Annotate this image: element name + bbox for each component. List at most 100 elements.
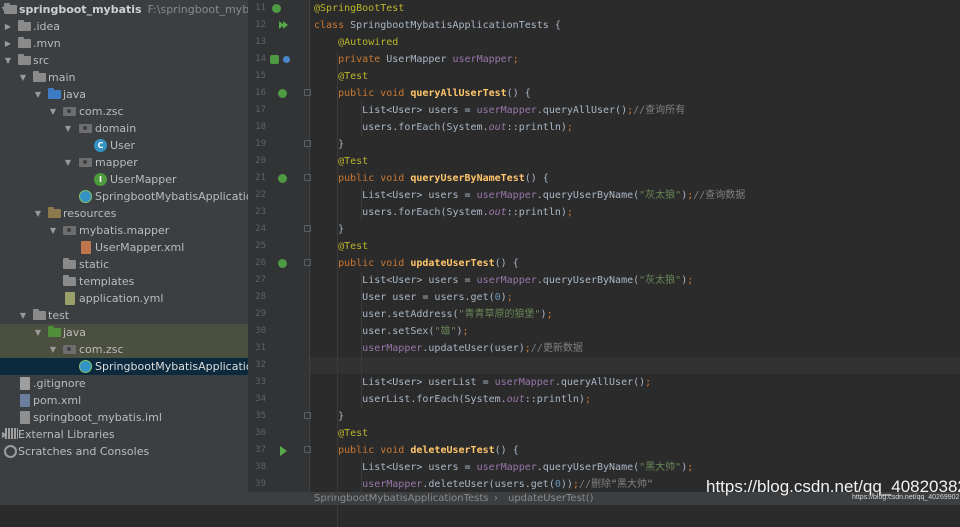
code-line[interactable]: public void queryUserByNameTest() { <box>314 170 549 187</box>
tree-item-project-root[interactable]: ▼ springboot_mybatisF:\springboot_mybati… <box>0 1 248 18</box>
code-line[interactable]: userList.forEach(System.out::println); <box>314 391 591 408</box>
code-token: List<User> users = <box>362 462 477 473</box>
chevron-down-icon[interactable]: ▼ <box>18 307 28 324</box>
line-number: 28 <box>255 292 266 302</box>
code-line[interactable]: users.forEach(System.out::println); <box>314 204 573 221</box>
breadcrumb-class[interactable]: SpringbootMybatisApplicationTests <box>314 492 488 505</box>
code-token: updateUserTest <box>410 258 495 269</box>
tree-item-templates[interactable]: templates <box>0 273 248 290</box>
code-line[interactable]: userMapper.updateUser(user);//更新数据 <box>314 340 583 357</box>
tree-item-test[interactable]: ▼ test <box>0 307 248 324</box>
spring-boot-class-icon <box>79 190 92 203</box>
chevron-down-icon[interactable]: ▼ <box>48 341 58 358</box>
tree-item-gitignore[interactable]: .gitignore <box>0 375 248 392</box>
chevron-down-icon[interactable]: ▼ <box>3 52 13 69</box>
tree-item-mvn[interactable]: ▶ .mvn <box>0 35 248 52</box>
bean-navigation-icon[interactable] <box>270 55 279 64</box>
tree-item-pom[interactable]: pom.xml <box>0 392 248 409</box>
code-line[interactable]: @Test <box>314 425 368 442</box>
chevron-down-icon[interactable]: ▼ <box>63 154 73 171</box>
code-line[interactable]: public void updateUserTest() { <box>314 255 519 272</box>
run-icon[interactable] <box>272 4 281 13</box>
line-number: 16 <box>255 88 266 98</box>
tree-item-test-com-zsc[interactable]: ▼ com.zsc <box>0 341 248 358</box>
tree-item-usermapper-xml[interactable]: UserMapper.xml <box>0 239 248 256</box>
tree-item-main-java[interactable]: ▼ java <box>0 86 248 103</box>
autowired-bean-icon[interactable] <box>283 56 290 63</box>
code-token: deleteUserTest <box>410 445 495 456</box>
tree-item-src[interactable]: ▼ src <box>0 52 248 69</box>
line-number: 24 <box>255 224 266 234</box>
run-test-icon[interactable] <box>278 89 287 98</box>
code-line[interactable]: userMapper.deleteUser(users.get(0));//删除… <box>314 476 653 493</box>
code-line[interactable]: class SpringbootMybatisApplicationTests … <box>314 17 561 34</box>
tree-item-usermapper[interactable]: I UserMapper <box>0 171 248 188</box>
code-line[interactable]: public void deleteUserTest() { <box>314 442 519 459</box>
tree-item-external-libraries[interactable]: ▶ External Libraries <box>0 426 248 443</box>
code-editor[interactable] <box>310 0 960 492</box>
tree-item-application-yml[interactable]: application.yml <box>0 290 248 307</box>
line-number: 15 <box>255 71 266 81</box>
code-line[interactable]: } <box>314 408 344 425</box>
line-number: 19 <box>255 139 266 149</box>
code-line[interactable]: users.forEach(System.out::println); <box>314 119 573 136</box>
run-all-tests-icon[interactable] <box>279 21 288 29</box>
line-number: 29 <box>255 309 266 319</box>
code-line[interactable]: private UserMapper userMapper; <box>314 51 519 68</box>
tree-item-iml[interactable]: springboot_mybatis.iml <box>0 409 248 426</box>
code-line[interactable]: List<User> users = userMapper.queryAllUs… <box>314 102 685 119</box>
tree-item-idea[interactable]: ▶ .idea <box>0 18 248 35</box>
project-tree-panel: ▼ springboot_mybatis F:\springboot_mybati… <box>0 0 248 505</box>
code-line[interactable]: List<User> users = userMapper.queryUserB… <box>314 187 745 204</box>
code-token: .deleteUser(users.get( <box>422 479 555 490</box>
tree-item-mybatis-mapper[interactable]: ▼ mybatis.mapper <box>0 222 248 239</box>
code-line[interactable]: @SpringBootTest <box>314 0 404 17</box>
code-line[interactable]: } <box>314 136 344 153</box>
code-line[interactable]: List<User> users = userMapper.queryUserB… <box>314 459 693 476</box>
code-token: .queryUserByName( <box>536 275 640 286</box>
tree-item-app-class[interactable]: SpringbootMybatisApplication <box>0 188 248 205</box>
tree-item-static[interactable]: static <box>0 256 248 273</box>
code-line[interactable]: user.setSex("雄"); <box>314 323 468 340</box>
code-line[interactable]: public void queryAllUserTest() { <box>314 85 531 102</box>
code-token: List<User> users = <box>362 275 477 286</box>
code-line[interactable]: user.setAddress("青青草原的狼堡"); <box>314 306 552 323</box>
tree-item-test-class[interactable]: SpringbootMybatisApplicationT <box>0 358 248 375</box>
code-line[interactable]: } <box>314 221 344 238</box>
code-line[interactable]: @Autowired <box>314 34 398 51</box>
line-number: 26 <box>255 258 266 268</box>
tree-item-resources[interactable]: ▼ resources <box>0 205 248 222</box>
tree-item-com-zsc[interactable]: ▼ com.zsc <box>0 103 248 120</box>
chevron-down-icon[interactable]: ▼ <box>18 69 28 86</box>
code-line[interactable]: List<User> userList = userMapper.queryAl… <box>314 374 651 391</box>
tree-item-user-class[interactable]: C User <box>0 137 248 154</box>
chevron-down-icon[interactable]: ▼ <box>33 324 43 341</box>
chevron-down-icon[interactable]: ▼ <box>63 120 73 137</box>
code-line[interactable]: @Test <box>314 68 368 85</box>
code-line[interactable]: List<User> users = userMapper.queryUserB… <box>314 272 693 289</box>
code-line[interactable]: @Test <box>314 238 368 255</box>
code-line[interactable]: @Test <box>314 153 368 170</box>
chevron-down-icon[interactable]: ▼ <box>48 222 58 239</box>
tree-item-domain[interactable]: ▼ domain <box>0 120 248 137</box>
chevron-down-icon[interactable]: ▼ <box>33 86 43 103</box>
run-test-icon[interactable] <box>278 174 287 183</box>
tree-item-scratches[interactable]: Scratches and Consoles <box>0 443 248 460</box>
chevron-right-icon[interactable]: ▶ <box>3 18 13 35</box>
chevron-down-icon[interactable]: ▼ <box>33 205 43 222</box>
play-icon[interactable] <box>280 446 287 456</box>
chevron-right-icon[interactable]: ▶ <box>3 35 13 52</box>
code-token: //更新数据 <box>530 343 583 354</box>
run-test-icon[interactable] <box>278 259 287 268</box>
breadcrumb-method[interactable]: updateUserTest() <box>508 492 594 505</box>
tree-item-main[interactable]: ▼ main <box>0 69 248 86</box>
tree-item-test-java[interactable]: ▼ java <box>0 324 248 341</box>
code-line[interactable]: User user = users.get(0); <box>314 289 513 306</box>
line-number: 30 <box>255 326 266 336</box>
tree-item-mapper[interactable]: ▼ mapper <box>0 154 248 171</box>
code-token: userMapper <box>476 462 537 473</box>
chevron-down-icon[interactable]: ▼ <box>48 103 58 120</box>
